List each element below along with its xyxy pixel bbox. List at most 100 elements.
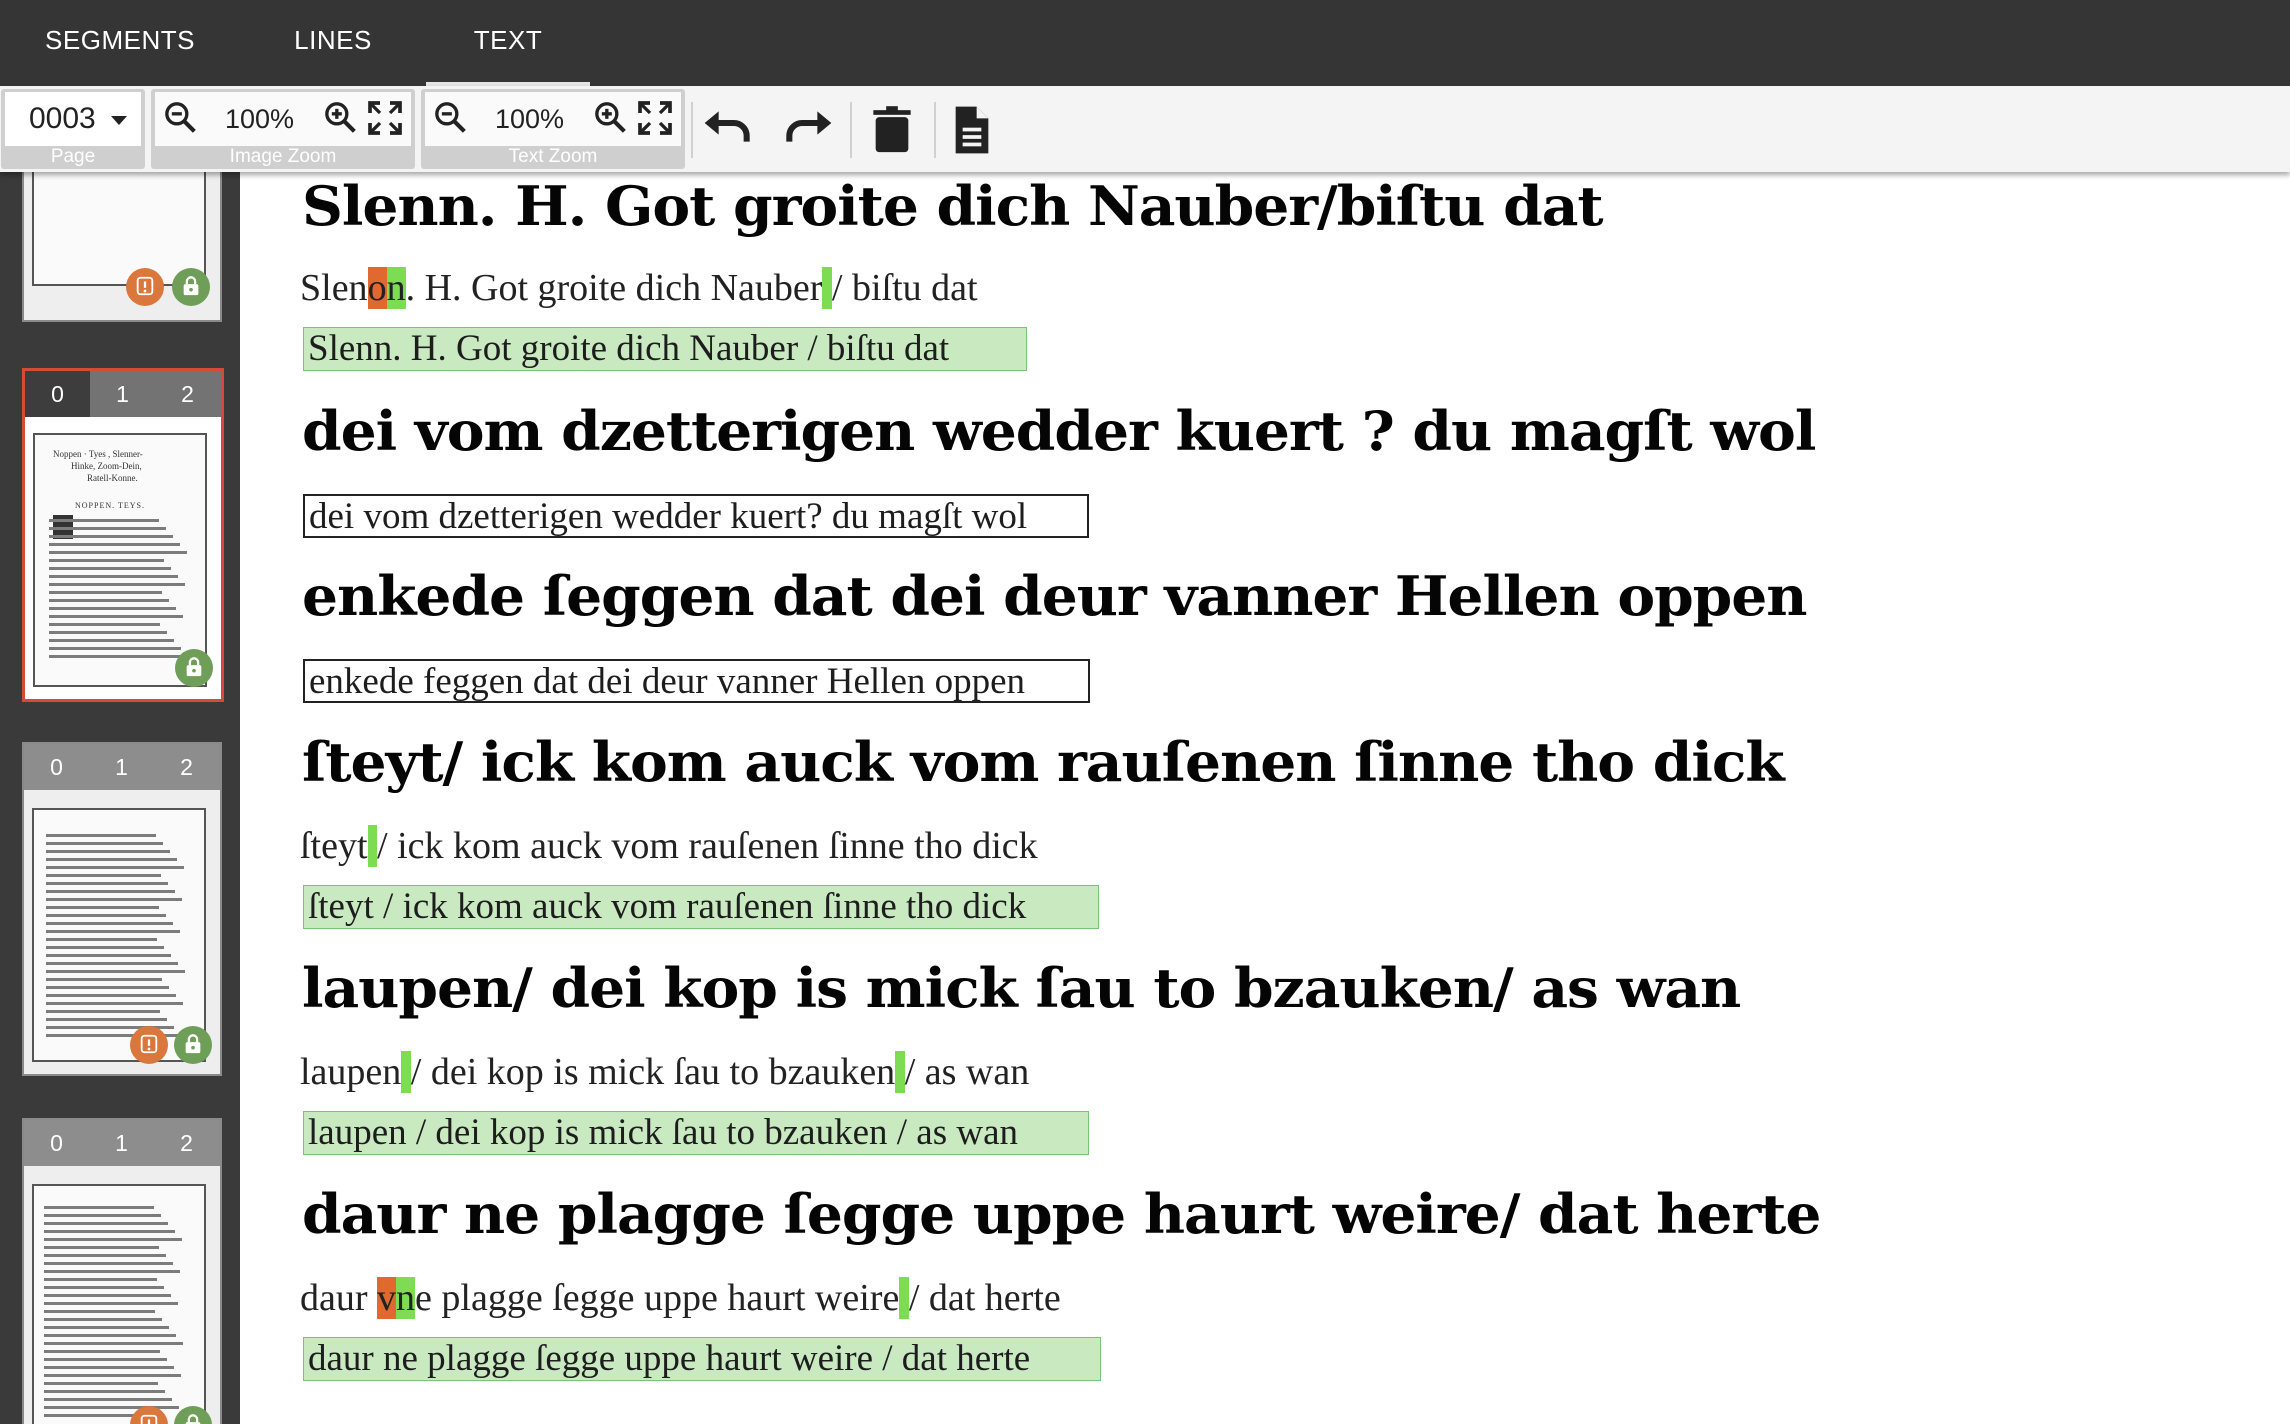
segment-switcher: 0 1 2 [24, 744, 220, 790]
preview-text-line [44, 1214, 161, 1217]
ocr-diff-insert [895, 1051, 905, 1093]
preview-text-line [44, 1374, 181, 1377]
preview-text-line [46, 882, 168, 885]
ground-truth-input[interactable]: daur ne plagge ſegge uppe haurt weire / … [303, 1337, 1101, 1381]
segment-switcher: 0 1 2 [25, 371, 221, 417]
segment-button-1[interactable]: 1 [89, 1120, 154, 1166]
preview-text-line [44, 1382, 158, 1385]
preview-text-line [49, 575, 178, 578]
preview-text-line [49, 567, 171, 570]
preview-text-line [44, 1350, 160, 1353]
preview-text-line [44, 1342, 183, 1345]
tab-text[interactable]: TEXT [426, 0, 590, 86]
preview-text-line [46, 914, 166, 917]
tab-segments[interactable]: SEGMENTS [22, 0, 218, 86]
preview-text-line [49, 639, 174, 642]
segment-button-0[interactable]: 0 [25, 371, 90, 417]
page-thumbnail-sidebar[interactable]: 0 1 2 Noppen · Tyes , Slenner- Hinke, Zo… [0, 172, 240, 1424]
line-image: ſteyt/ ick kom auck vom rauſenen ſinne t… [302, 730, 1785, 794]
zoom-out-icon[interactable] [161, 98, 201, 138]
preview-subtitle: Hinke, Zoom-Dein, [71, 461, 142, 471]
ocr-diff-insert [401, 1051, 411, 1093]
preview-text-line [46, 986, 169, 989]
page-thumbnail[interactable]: 0 1 2 [22, 1118, 222, 1424]
redo-icon[interactable] [780, 102, 836, 158]
preview-text-line [44, 1302, 178, 1305]
segment-button-2[interactable]: 2 [155, 371, 220, 417]
segment-button-0[interactable]: 0 [24, 744, 89, 790]
ocr-segment: / as wan [904, 1051, 1030, 1093]
divider [934, 102, 936, 158]
ground-truth-input[interactable]: enkede feggen dat dei deur vanner Hellen… [303, 659, 1090, 703]
preview-text-line [46, 858, 177, 861]
chevron-down-icon [111, 116, 127, 125]
preview-text-line [49, 607, 176, 610]
preview-text-line [49, 655, 188, 658]
line-image: laupen/ dei kop is mick ſau to bzauken/ … [302, 956, 1741, 1020]
segment-button-0[interactable]: 0 [24, 1120, 89, 1166]
preview-text-line [46, 906, 159, 909]
preview-subtitle: Ratell-Konne. [87, 473, 138, 483]
preview-text-line [46, 898, 182, 901]
segment-button-2[interactable]: 2 [154, 1120, 219, 1166]
fullscreen-icon[interactable] [365, 98, 405, 138]
fullscreen-icon[interactable] [635, 98, 675, 138]
line-image: daur ne plagge ſegge uppe haurt weire/ d… [302, 1182, 1821, 1246]
page-preview [32, 172, 206, 286]
ocr-diff-insert: n [386, 267, 406, 309]
preview-text-line [44, 1398, 172, 1401]
zoom-in-icon[interactable] [321, 98, 361, 138]
page-thumbnail[interactable] [22, 172, 222, 322]
page-dropdown[interactable]: 0003 [5, 92, 141, 146]
segment-button-1[interactable]: 1 [89, 744, 154, 790]
ground-truth-input[interactable]: ſteyt / ick kom auck vom rauſenen ſinne … [303, 885, 1099, 929]
preview-text-line [44, 1334, 176, 1337]
ocr-diff-mismatch: o [367, 267, 387, 309]
undo-icon[interactable] [700, 102, 756, 158]
ground-truth-input[interactable]: dei vom dzetterigen wedder kuert? du mag… [303, 494, 1089, 538]
preview-text-line [49, 615, 183, 618]
preview-text-line [44, 1358, 167, 1361]
ocr-segment: Slen [300, 267, 368, 309]
segment-button-1[interactable]: 1 [90, 371, 155, 417]
warning-badge[interactable] [126, 268, 164, 306]
ground-truth-input[interactable]: Slenn. H. Got groite dich Nauber / biſtu… [303, 327, 1027, 371]
ocr-segment: daur [300, 1277, 378, 1319]
locked-badge[interactable] [174, 1026, 212, 1064]
page-selector[interactable]: 0003 Page [1, 89, 145, 169]
preview-text-line [44, 1222, 168, 1225]
locked-badge[interactable] [175, 649, 213, 687]
page-thumbnail-selected[interactable]: 0 1 2 Noppen · Tyes , Slenner- Hinke, Zo… [22, 368, 224, 702]
image-zoom-label: Image Zoom [229, 146, 337, 167]
preview-text-line [44, 1270, 180, 1273]
preview-text-line [44, 1318, 162, 1321]
ocr-segment: / biſtu dat [831, 267, 978, 309]
preview-text-line [46, 978, 162, 981]
page-thumbnail[interactable]: 0 1 2 [22, 742, 222, 1076]
ocr-text: Slenon. H. Got groite dich Nauber / biſt… [300, 266, 978, 310]
preview-text-line [46, 930, 180, 933]
preview-text-line [44, 1262, 173, 1265]
warning-badge[interactable] [130, 1026, 168, 1064]
preview-text-line [49, 527, 166, 530]
trash-icon[interactable] [864, 102, 920, 158]
ground-truth-input[interactable]: laupen / dei kop is mick ſau to bzauken … [303, 1111, 1089, 1155]
segment-button-2[interactable]: 2 [154, 744, 219, 790]
ocr-segment: / dei kop is mick ſau to bzauken [410, 1051, 896, 1093]
ocr-diff-insert [899, 1277, 909, 1319]
preview-text-line [44, 1310, 155, 1313]
preview-text-line [46, 834, 156, 837]
document-icon[interactable] [944, 102, 1000, 158]
ocr-text: ſteyt / ick kom auck vom rauſenen ſinne … [300, 824, 1038, 868]
page-preview: Noppen · Tyes , Slenner- Hinke, Zoom-Dei… [33, 433, 207, 687]
zoom-out-icon[interactable] [431, 98, 471, 138]
locked-badge[interactable] [172, 268, 210, 306]
tab-lines[interactable]: LINES [262, 0, 404, 86]
preview-text-line [46, 1018, 167, 1021]
preview-text-line [46, 946, 164, 949]
line-image: enkede ſeggen dat dei deur vanner Hellen… [302, 564, 1808, 628]
ocr-diff-insert [367, 825, 378, 867]
zoom-in-icon[interactable] [591, 98, 631, 138]
divider [691, 102, 693, 158]
page-label: Page [50, 146, 96, 167]
